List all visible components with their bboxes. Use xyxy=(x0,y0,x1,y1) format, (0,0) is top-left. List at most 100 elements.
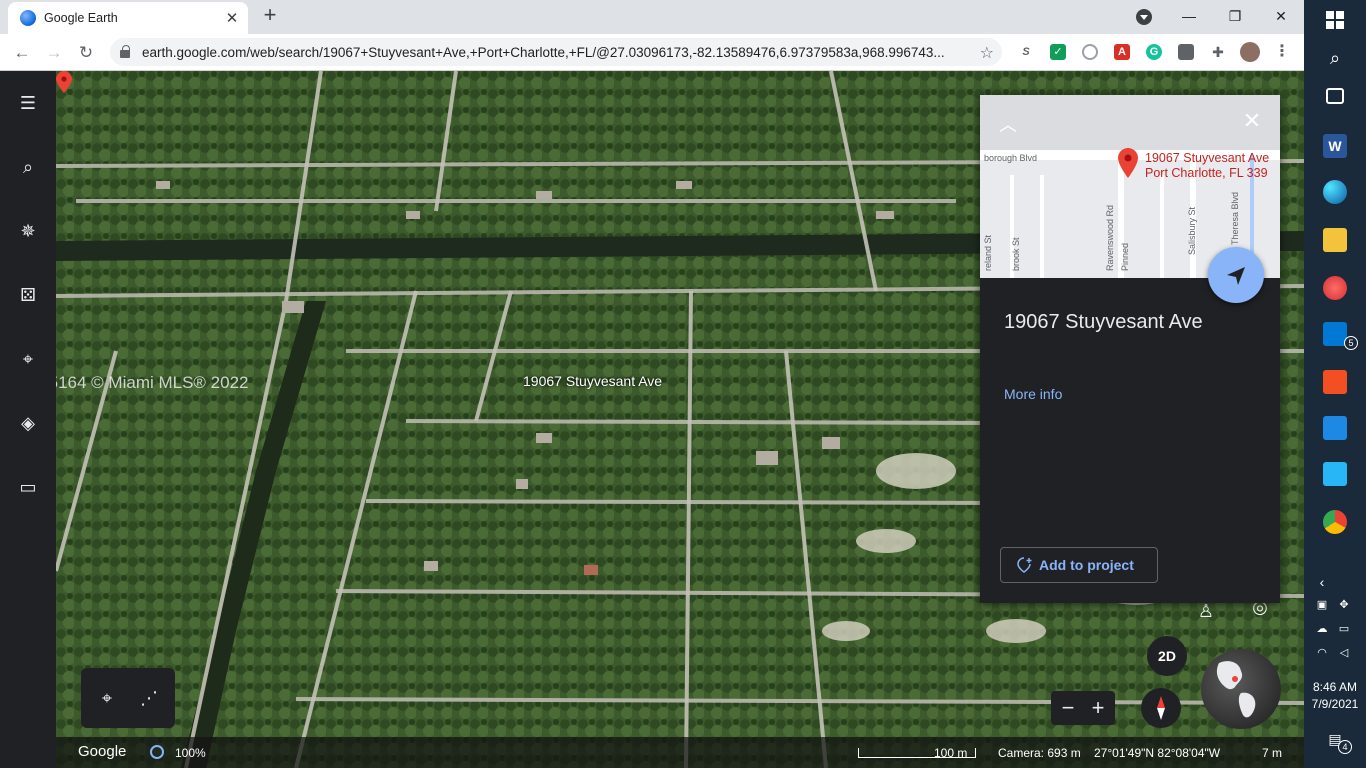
measure-ruler-icon[interactable]: ▭ xyxy=(16,475,40,499)
menu-icon[interactable]: ☰ xyxy=(16,91,40,115)
minimap-street-label: Theresa Blvd xyxy=(1230,191,1240,245)
tab-search-icon[interactable] xyxy=(1136,9,1152,25)
zoom-out-icon[interactable]: − xyxy=(1055,695,1081,721)
more-info-link[interactable]: More info xyxy=(1004,386,1062,402)
minimap-address-line1: 19067 Stuyvesant Ave xyxy=(1145,151,1270,165)
extension-check-icon[interactable]: ✓ xyxy=(1050,44,1066,60)
minimap-street-label: brook St xyxy=(1011,237,1021,271)
map-tools-panel: ⌖ ⋰ xyxy=(81,668,175,728)
minimap-street-label: Salisbury St xyxy=(1187,206,1197,255)
chrome-icon[interactable] xyxy=(1323,510,1347,534)
tab-title: Google Earth xyxy=(44,11,118,25)
zoom-in-icon[interactable]: + xyxy=(1085,695,1111,721)
battery-icon[interactable]: ▭ xyxy=(1337,622,1351,636)
minimap-block xyxy=(980,95,1280,150)
windows-start-icon[interactable] xyxy=(1323,8,1347,32)
windows-taskbar: ⌕ W 5 ‹ ▣ ✥ ☁ ▭ ◠ ◁ 8:46 AM 7/9/2021 ▤ 4 xyxy=(1304,0,1366,768)
camera-altitude: Camera: 693 m xyxy=(998,746,1081,760)
restore-button[interactable]: ❐ xyxy=(1222,4,1248,28)
dropbox-icon[interactable]: ✥ xyxy=(1337,598,1351,612)
minimize-button[interactable]: — xyxy=(1176,4,1202,28)
word-icon[interactable]: W xyxy=(1323,134,1347,158)
wifi-icon[interactable]: ◠ xyxy=(1315,646,1329,660)
loading-ring-icon xyxy=(150,745,164,759)
volume-icon[interactable]: ◁ xyxy=(1337,646,1351,660)
collapse-chevron-up-icon[interactable]: ︿ xyxy=(996,111,1020,135)
tab-close-icon[interactable]: ✕ xyxy=(224,9,240,27)
app-icon[interactable] xyxy=(1323,462,1347,486)
extension-box-icon[interactable] xyxy=(1178,44,1194,60)
scale-label: 100 m xyxy=(934,746,968,760)
minimap-address-line2: Port Charlotte, FL 339 xyxy=(1145,166,1268,180)
edge-icon[interactable] xyxy=(1323,180,1347,204)
add-to-project-button[interactable]: Add to project xyxy=(1000,547,1158,583)
send-arrow-icon xyxy=(1227,267,1245,285)
lock-icon xyxy=(120,45,130,58)
reload-icon[interactable]: ↻ xyxy=(74,41,98,65)
task-view-icon[interactable] xyxy=(1326,88,1344,104)
notification-badge: 4 xyxy=(1338,740,1352,754)
feeling-lucky-dice-icon[interactable]: ⚄ xyxy=(16,283,40,307)
place-title: 19067 Stuyvesant Ave xyxy=(1004,311,1203,333)
clock-date[interactable]: 7/9/2021 xyxy=(1304,697,1366,711)
chrome-menu-icon[interactable]: ⋮ xyxy=(1274,44,1290,60)
mls-watermark: A11145164 © Miami MLS® 2022 xyxy=(56,373,249,392)
store-icon[interactable] xyxy=(1323,370,1347,394)
minimap-street-label: Ravenswood Rd xyxy=(1105,204,1115,271)
compass-icon[interactable] xyxy=(1141,688,1181,728)
location-pin-icon[interactable] xyxy=(56,71,72,93)
toggle-2d-button[interactable]: 2D xyxy=(1147,636,1187,676)
mini-globe-icon[interactable] xyxy=(1201,649,1281,729)
projects-pin-icon[interactable]: ⌖ xyxy=(16,347,40,371)
coordinates: 27°01'49"N 82°08'04"W xyxy=(1094,746,1221,760)
address-bar[interactable]: earth.google.com/web/search/19067+Stuyve… xyxy=(110,38,1002,66)
draw-path-icon[interactable]: ⋰ xyxy=(137,686,161,710)
mail-badge: 5 xyxy=(1344,336,1358,350)
tray-icon[interactable]: ☁ xyxy=(1315,622,1329,636)
close-panel-icon[interactable]: ✕ xyxy=(1240,109,1264,133)
extension-s-icon[interactable]: S xyxy=(1018,44,1034,60)
street-view-pegman-icon[interactable]: ♙ xyxy=(1194,601,1218,631)
extension-circle-icon[interactable] xyxy=(1082,44,1098,60)
google-earth-favicon xyxy=(20,10,36,26)
bookmark-star-icon[interactable]: ☆ xyxy=(980,43,994,63)
voyager-icon[interactable]: ✵ xyxy=(16,219,40,243)
add-to-project-label: Add to project xyxy=(1039,557,1134,573)
browser-tabstrip: Google Earth ✕ + — ❐ ✕ xyxy=(0,0,1304,34)
remote-desktop-icon[interactable] xyxy=(1323,416,1347,440)
minimap-pin-icon xyxy=(1118,148,1138,178)
zoom-controls: − + xyxy=(1051,691,1115,725)
new-tab-button[interactable]: + xyxy=(258,4,282,28)
file-explorer-icon[interactable] xyxy=(1323,228,1347,252)
window-close-button[interactable]: ✕ xyxy=(1268,4,1294,28)
url-text[interactable]: earth.google.com/web/search/19067+Stuyve… xyxy=(142,45,1002,60)
place-info-panel: borough Blvd reland St brook St Ravenswo… xyxy=(980,95,1280,603)
minimap-road xyxy=(1160,175,1164,278)
elevation: 7 m xyxy=(1262,746,1283,760)
google-logo: Google xyxy=(78,743,127,760)
forward-arrow-icon[interactable]: → xyxy=(42,41,66,65)
directions-send-button[interactable] xyxy=(1208,247,1264,303)
minimap-street-label: borough Blvd xyxy=(984,153,1038,163)
search-icon[interactable]: ⌕ xyxy=(1323,48,1347,72)
tray-icon[interactable]: ▣ xyxy=(1315,598,1329,612)
browser-toolbar: ← → ↻ earth.google.com/web/search/19067+… xyxy=(0,34,1304,71)
clock-time[interactable]: 8:46 AM xyxy=(1304,680,1366,694)
minimap-street-label: Pinned xyxy=(1120,242,1130,271)
load-progress: 100% xyxy=(175,746,206,760)
minimap-road xyxy=(1040,175,1044,278)
place-label[interactable]: 19067 Stuyvesant Ave xyxy=(523,373,662,389)
search-icon[interactable]: ⌕ xyxy=(16,155,40,179)
add-location-icon xyxy=(1017,557,1032,573)
map-status-bar: Google 100% 100 m Camera: 693 m 27°01'49… xyxy=(56,737,1304,768)
add-placemark-icon[interactable]: ⌖ xyxy=(95,686,119,710)
extension-grammarly-icon[interactable]: G xyxy=(1146,44,1162,60)
chevron-left-icon[interactable]: ‹ xyxy=(1315,575,1329,589)
extension-pdf-icon[interactable]: A xyxy=(1114,44,1130,60)
back-arrow-icon[interactable]: ← xyxy=(10,41,34,65)
profile-avatar[interactable] xyxy=(1240,42,1260,62)
tab-google-earth[interactable]: Google Earth ✕ xyxy=(8,2,248,34)
map-style-layers-icon[interactable]: ◈ xyxy=(16,411,40,435)
app-icon[interactable] xyxy=(1323,276,1347,300)
extensions-puzzle-icon[interactable]: ✚ xyxy=(1210,44,1226,60)
